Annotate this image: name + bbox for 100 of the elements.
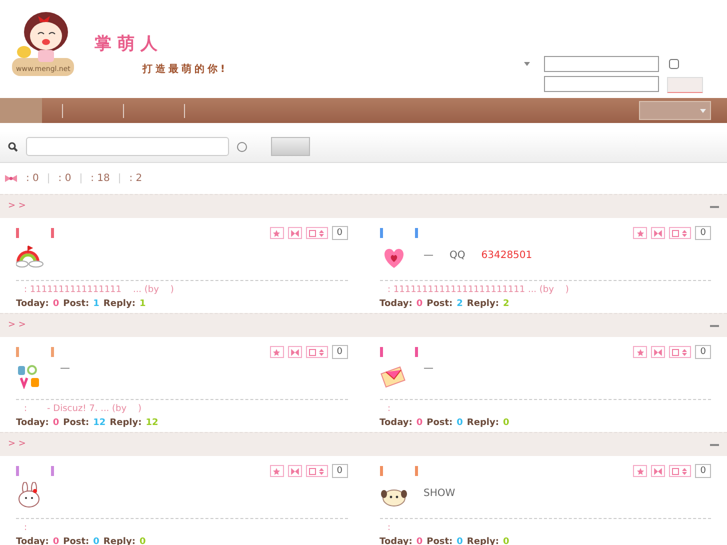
stat-label: Reply: xyxy=(103,298,136,310)
vote-arrows-icon xyxy=(308,348,325,356)
favorite-button[interactable] xyxy=(270,227,284,239)
star-icon xyxy=(636,230,644,236)
stat-number: 0 xyxy=(456,416,463,430)
stat-label: Reply: xyxy=(110,416,142,430)
butterfly-icon xyxy=(654,468,662,474)
username-field[interactable] xyxy=(544,56,659,72)
vote-arrows-icon xyxy=(672,468,688,474)
vote-button[interactable] xyxy=(306,346,328,358)
stat-number: 12 xyxy=(93,416,106,430)
last-post: : xyxy=(388,522,392,535)
stat-number: 0 xyxy=(52,298,60,310)
count-value: 0 xyxy=(695,345,711,359)
extra-text: SHOW xyxy=(424,487,456,501)
last-post: : 11111111111111111111111 ... (by ) xyxy=(388,284,570,297)
stat-number: 2 xyxy=(502,298,510,310)
stat-label: Today: xyxy=(16,298,49,310)
vote-arrows-icon xyxy=(308,468,325,474)
stat-value: : 0 xyxy=(58,172,72,186)
butterfly-button[interactable] xyxy=(651,346,666,358)
last-post: : - Discuz! 7. ... (by ) xyxy=(24,403,143,416)
star-icon xyxy=(636,468,644,474)
login-button[interactable] xyxy=(667,77,703,93)
last-post: : xyxy=(388,403,392,416)
stat-number: 1 xyxy=(93,298,100,310)
extra-text: — xyxy=(60,362,70,376)
butterfly-icon xyxy=(654,230,662,236)
last-post: : xyxy=(24,522,28,535)
extra-text: — xyxy=(424,249,434,263)
stat-number: 0 xyxy=(416,416,423,430)
password-field[interactable] xyxy=(544,76,659,92)
stat-label: Post: xyxy=(63,298,90,310)
count-value: 0 xyxy=(332,464,348,478)
favorite-button[interactable] xyxy=(633,465,648,477)
favorite-button[interactable] xyxy=(633,346,648,358)
stat-divider: | xyxy=(79,172,83,186)
breadcrumb[interactable]: > > xyxy=(8,318,26,332)
star-icon xyxy=(636,348,644,356)
stat-label: Reply: xyxy=(466,298,499,310)
butterfly-icon xyxy=(654,348,662,356)
count-value: 0 xyxy=(332,226,348,240)
butterfly-button[interactable] xyxy=(651,465,666,477)
vote-arrows-icon xyxy=(672,348,688,356)
caret-icon xyxy=(700,108,706,112)
stat-label: Post: xyxy=(63,416,90,430)
star-icon xyxy=(273,230,280,236)
stat-number: 0 xyxy=(416,536,423,545)
rainbow-icon xyxy=(16,244,44,270)
stat-label: Post: xyxy=(63,536,90,545)
stat-value: : 18 xyxy=(90,172,110,186)
vote-arrows-icon xyxy=(308,230,325,236)
stat-number: 2 xyxy=(456,298,463,310)
caret-icon[interactable] xyxy=(524,62,530,66)
stat-number: 0 xyxy=(416,298,423,310)
stat-label: Today: xyxy=(380,416,412,430)
vote-button[interactable] xyxy=(669,227,692,239)
search-field[interactable] xyxy=(26,137,229,156)
favorite-button[interactable] xyxy=(633,227,648,239)
stat-number: 12 xyxy=(146,416,158,430)
favorite-button[interactable] xyxy=(270,346,284,358)
star-icon xyxy=(273,348,280,356)
nav-dropdown[interactable] xyxy=(639,101,711,120)
stat-number: 0 xyxy=(52,536,60,545)
site-name: 掌萌人 xyxy=(94,33,164,56)
stat-number: 0 xyxy=(52,416,60,430)
stat-number: 1 xyxy=(139,298,146,310)
butterfly-icon xyxy=(290,230,299,236)
count-value: 0 xyxy=(695,226,711,240)
bow-icon xyxy=(4,174,18,183)
stat-label: Post: xyxy=(426,536,453,545)
vote-button[interactable] xyxy=(669,346,692,358)
butterfly-icon xyxy=(290,468,299,474)
butterfly-button[interactable] xyxy=(651,227,666,239)
vote-button[interactable] xyxy=(306,227,328,239)
stat-number: 0 xyxy=(456,536,463,545)
stat-label: Post: xyxy=(426,416,453,430)
star-icon xyxy=(273,468,280,474)
remember-checkbox[interactable] xyxy=(669,59,679,69)
vote-button[interactable] xyxy=(669,465,692,477)
stat-number: 0 xyxy=(502,536,510,545)
vote-arrows-icon xyxy=(672,230,688,236)
butterfly-button[interactable] xyxy=(288,465,302,477)
butterfly-button[interactable] xyxy=(288,346,302,358)
stat-divider: | xyxy=(46,172,50,186)
butterfly-button[interactable] xyxy=(288,227,302,239)
search-radio[interactable] xyxy=(237,142,247,152)
extra-text: — xyxy=(424,362,434,376)
slogan: 打造最萌的你! xyxy=(142,62,228,76)
breadcrumb[interactable]: > > xyxy=(8,438,26,452)
vote-button[interactable] xyxy=(306,465,328,477)
stat-divider: | xyxy=(118,172,122,186)
favorite-button[interactable] xyxy=(270,465,284,477)
butterfly-icon xyxy=(290,348,299,356)
stat-label: Today: xyxy=(16,416,49,430)
search-button[interactable] xyxy=(271,137,310,156)
breadcrumb[interactable]: > > xyxy=(8,200,26,214)
stat-label: Post: xyxy=(426,298,453,310)
count-value: 0 xyxy=(695,464,711,478)
stat-number: 0 xyxy=(139,536,146,545)
